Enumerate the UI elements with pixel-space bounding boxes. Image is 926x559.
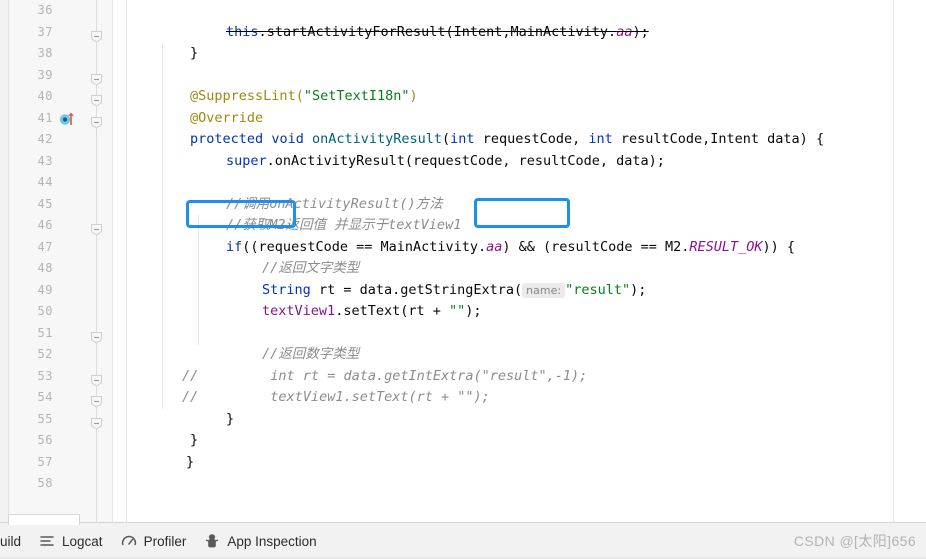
fold-expand-icon[interactable] — [91, 70, 102, 86]
gutter-row: 45 — [9, 194, 112, 216]
code-line[interactable] — [113, 43, 926, 65]
profiler-tool-button[interactable]: Profiler — [117, 530, 201, 552]
fold-collapse-icon[interactable] — [91, 27, 102, 43]
code-line[interactable]: } — [113, 430, 926, 470]
build-tool-button[interactable]: uild — [0, 531, 35, 552]
line-number: 37 — [37, 24, 53, 39]
code-line[interactable]: //int rt = data.getIntExtra("result",-1)… — [113, 344, 926, 384]
code-line[interactable]: } — [113, 387, 926, 427]
line-number: 46 — [37, 218, 53, 232]
code-line[interactable] — [113, 452, 926, 474]
gutter-row: 54 — [9, 387, 112, 409]
gutter-row: 41 — [9, 108, 112, 130]
line-number: 56 — [37, 433, 53, 447]
line-number: 50 — [37, 304, 53, 318]
code-line[interactable]: @SuppressLint("SetTextI18n") — [113, 65, 926, 104]
app-inspection-icon — [204, 533, 220, 549]
app-inspection-label: App Inspection — [227, 533, 317, 549]
tool-window-edge-strip — [0, 0, 9, 522]
logcat-label: Logcat — [62, 533, 103, 549]
fold-collapse-icon[interactable] — [91, 414, 102, 430]
gutter-row: 46 — [9, 215, 112, 237]
logcat-icon — [39, 533, 55, 549]
line-number: 47 — [37, 239, 53, 254]
app-inspection-tool-button[interactable]: App Inspection — [200, 530, 330, 552]
code-line[interactable]: //调用onActivityResult()方法 — [113, 172, 926, 212]
line-number: 51 — [37, 325, 53, 340]
bottom-tool-window-bar[interactable]: uild Logcat Profiler App Inspection CSDN… — [0, 514, 926, 559]
logcat-tool-button[interactable]: Logcat — [35, 530, 117, 552]
code-line[interactable]: if((requestCode == MainActivity.aa) && (… — [113, 215, 926, 255]
line-number: 58 — [37, 476, 53, 490]
line-number: 48 — [37, 261, 53, 275]
gutter-row: 36 — [9, 0, 112, 22]
gutter-row: 50 — [9, 301, 112, 323]
line-number: 49 — [37, 282, 53, 297]
fold-collapse-icon[interactable] — [91, 392, 102, 408]
gutter-row: 55 — [9, 409, 112, 431]
code-line[interactable]: @Override — [113, 86, 926, 126]
line-number: 44 — [37, 175, 53, 189]
gutter-row: 47 — [9, 237, 112, 259]
editor-tab-stub — [8, 514, 80, 525]
code-line[interactable]: super.onActivityResult(requestCode, resu… — [113, 129, 926, 169]
gutter-row: 38 — [9, 43, 112, 65]
gutter-row: 57 — [9, 452, 112, 474]
gutter-row: 53 — [9, 366, 112, 388]
gutter-row: 40 — [9, 86, 112, 108]
line-number: 41 — [37, 110, 53, 125]
code-canvas[interactable]: this.startActivityForResult(Intent,MainA… — [113, 0, 926, 522]
profiler-icon — [121, 533, 137, 549]
code-line[interactable]: //textView1.setText(rt + ""); — [113, 366, 926, 405]
code-line[interactable]: } — [113, 22, 926, 61]
profiler-label: Profiler — [143, 533, 187, 549]
gutter-row: 37 — [9, 22, 112, 44]
line-number: 40 — [37, 89, 53, 103]
code-line[interactable]: //获取M2返回值 并显示于textView1 — [113, 194, 926, 233]
build-label: uild — [0, 533, 22, 549]
line-number: 53 — [37, 368, 53, 383]
line-number: 43 — [37, 153, 53, 168]
code-line[interactable] — [113, 473, 926, 495]
override-method-icon[interactable] — [59, 111, 75, 127]
fold-collapse-icon[interactable] — [91, 371, 102, 387]
line-number: 38 — [37, 46, 53, 60]
fold-collapse-icon[interactable] — [91, 220, 102, 236]
line-number: 55 — [37, 411, 53, 426]
fold-collapse-icon[interactable] — [91, 91, 102, 107]
code-line[interactable]: protected void onActivityResult(int requ… — [113, 108, 926, 147]
code-line[interactable]: } — [113, 409, 926, 448]
gutter-row: 48 — [9, 258, 112, 280]
fold-expand-icon[interactable] — [91, 113, 102, 129]
line-number: 52 — [37, 347, 53, 361]
gutter-row: 51 — [9, 323, 112, 345]
gutter-row: 39 — [9, 65, 112, 87]
line-number: 42 — [37, 132, 53, 146]
gutter-row: 49 — [9, 280, 112, 302]
code-line[interactable] — [113, 301, 926, 323]
gutter-row: 42 — [9, 129, 112, 151]
fold-collapse-icon[interactable] — [91, 328, 102, 344]
line-number: 54 — [37, 390, 53, 404]
gutter-row: 44 — [9, 172, 112, 194]
editor-area[interactable]: 36 37 38 39 40 41 42 43 44 45 46 47 48 4… — [0, 0, 926, 522]
code-line[interactable]: //返回文字类型 — [113, 237, 926, 276]
code-line[interactable]: textView1.setText(rt + ""); — [113, 280, 926, 319]
gutter-row: 56 — [9, 430, 112, 452]
code-line[interactable]: String rt = data.getStringExtra(name: "re… — [113, 258, 926, 298]
gutter-row: 52 — [9, 344, 112, 366]
gutter-row: 58 — [9, 473, 112, 495]
line-number: 45 — [37, 196, 53, 211]
line-number: 39 — [37, 67, 53, 82]
code-line[interactable]: this.startActivityForResult(Intent,MainA… — [113, 0, 926, 40]
code-line[interactable]: //返回数字类型 — [113, 323, 926, 362]
editor-gutter[interactable]: 36 37 38 39 40 41 42 43 44 45 46 47 48 4… — [9, 0, 113, 522]
line-number: 36 — [37, 3, 53, 17]
code-line[interactable] — [113, 151, 926, 173]
line-number: 57 — [37, 454, 53, 469]
gutter-row: 43 — [9, 151, 112, 173]
csdn-watermark: CSDN @[太阳]656 — [793, 533, 916, 549]
ide-window: 36 37 38 39 40 41 42 43 44 45 46 47 48 4… — [0, 0, 926, 559]
